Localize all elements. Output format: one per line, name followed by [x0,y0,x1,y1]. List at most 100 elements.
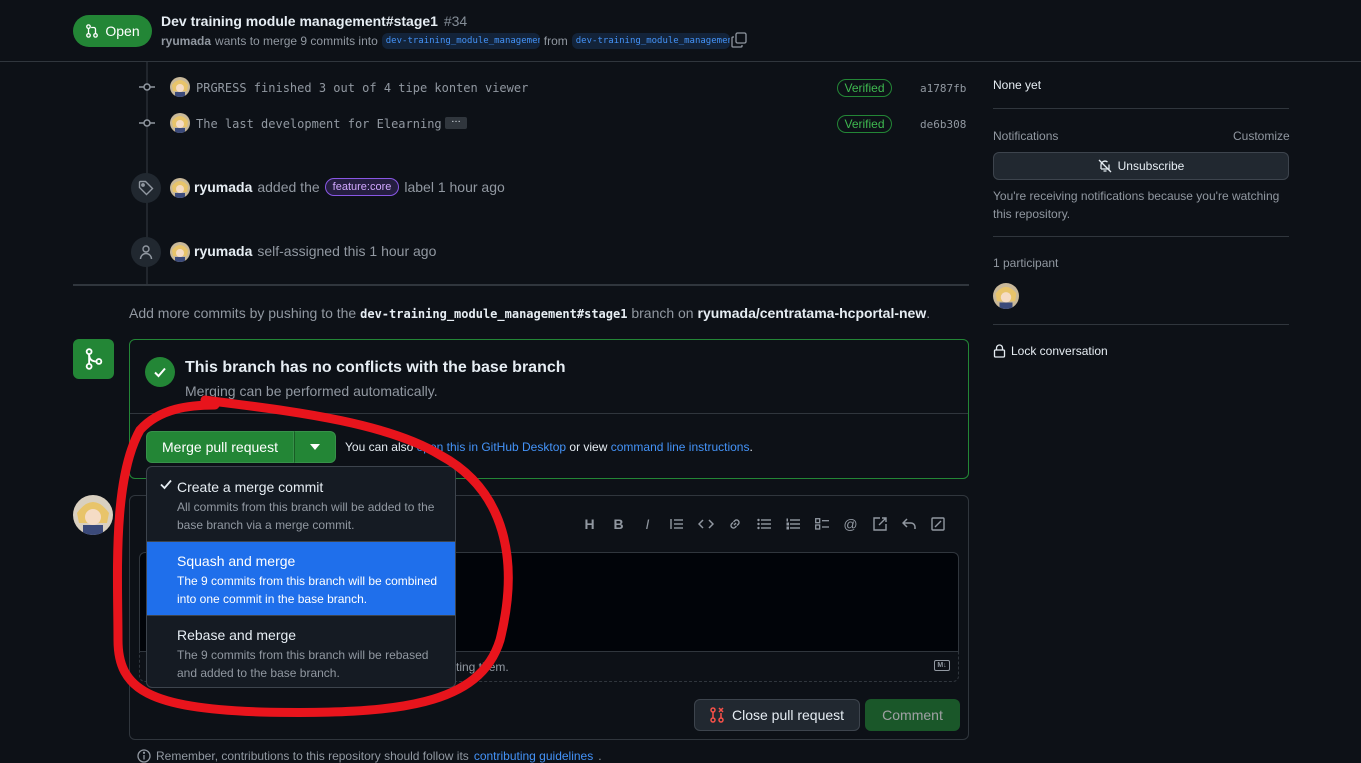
event-text: self-assigned this 1 hour ago [257,243,437,259]
timeline-divider [73,284,969,286]
markdown-toolbar: H B I @ [580,512,947,536]
status-label: Open [105,23,140,39]
close-pull-request-button[interactable]: Close pull request [694,699,860,731]
guidelines-note: Remember, contributions to this reposito… [137,749,602,763]
unsubscribe-label: Unsubscribe [1117,159,1185,173]
event-user[interactable]: ryumada [194,179,252,195]
fullscreen-icon[interactable] [928,512,947,536]
pr-author[interactable]: ryumada [161,34,211,48]
bold-icon[interactable]: B [609,512,628,536]
mention-icon[interactable]: @ [841,512,860,536]
remember-suffix: . [598,749,602,763]
merge-pull-request-button[interactable]: Merge pull request [146,431,294,463]
unsubscribe-button[interactable]: Unsubscribe [993,152,1289,180]
event-badge [131,173,161,203]
menu-item-title: Rebase and merge [177,627,297,643]
menu-item-title: Squash and merge [177,553,296,569]
attach-text: sting them. [450,660,509,674]
hint-branch: dev-training_module_management#stage1 [360,307,628,321]
sidebar-divider [993,108,1289,109]
sidebar-divider [993,236,1289,237]
command-line-link[interactable]: command line instructions [611,440,750,454]
cross-reference-icon[interactable] [870,512,889,536]
base-branch[interactable]: dev-training_module_management [381,33,540,49]
pr-status-badge: Open [73,15,152,47]
hint-suffix: . [926,305,931,321]
commit-message[interactable]: The last development for Elearning [196,117,442,131]
git-merge-icon [85,348,102,370]
lock-conversation[interactable]: Lock conversation [993,344,1108,358]
event-badge [131,237,161,267]
commit-sha[interactable]: a1787fb [920,82,966,95]
menu-item-description: All commits from this branch will be add… [177,500,435,532]
task-list-icon[interactable] [812,512,831,536]
pull-request-icon [86,24,99,38]
also-middle: or view [569,440,608,454]
avatar[interactable] [170,77,190,97]
alternative-options: You can also open this in GitHub Desktop… [345,440,753,454]
participant-avatar[interactable] [993,283,1019,309]
link-icon[interactable] [725,512,744,536]
menu-item-squash-and-merge[interactable]: Squash and merge The 9 commits from this… [147,542,455,615]
heading-icon[interactable]: H [580,512,599,536]
from-text: from [543,34,568,48]
tag-icon [138,180,154,196]
menu-item-description: The 9 commits from this branch will be r… [177,648,429,680]
pull-request-closed-icon [710,707,724,723]
copy-icon[interactable] [731,32,747,48]
hint-repo[interactable]: ryumada/centratama-hcportal-new [698,305,927,321]
commit-message[interactable]: PRGRESS finished 3 out of 4 tipe konten … [196,81,528,95]
more-commits-hint: Add more commits by pushing to the dev-t… [129,305,930,321]
quote-icon[interactable] [667,512,686,536]
person-icon [139,245,153,260]
check-icon [154,367,166,378]
participants-heading: 1 participant [993,256,1059,270]
italic-icon[interactable]: I [638,512,657,536]
close-pr-label: Close pull request [731,707,845,723]
menu-item-description: The 9 commits from this branch will be c… [177,574,438,606]
menu-item-create-merge-commit[interactable]: Create a merge commit All commits from t… [147,467,455,541]
milestone-value: None yet [993,78,1042,92]
open-desktop-link[interactable]: open this in GitHub Desktop [417,440,566,454]
sidebar-divider [993,324,1289,325]
notifications-heading: Notifications [993,129,1059,143]
head-branch[interactable]: dev-training_module_managemen… [571,33,730,49]
menu-item-title: Create a merge commit [177,479,324,495]
ordered-list-icon[interactable] [783,512,802,536]
event-text-before: added the [257,179,320,195]
reply-icon[interactable] [899,512,918,536]
bell-slash-icon [1098,159,1112,173]
avatar[interactable] [170,113,190,133]
hint-prefix: Add more commits by pushing to the [129,305,357,321]
customize-link[interactable]: Customize [1233,129,1290,143]
pr-title[interactable]: Dev training module management#stage1 #3… [161,13,467,29]
avatar[interactable] [170,178,190,198]
pr-number: #34 [443,13,468,29]
event-user[interactable]: ryumada [194,243,252,259]
avatar[interactable] [170,242,190,262]
merge-subtext: Merging can be performed automatically. [185,383,438,399]
current-user-avatar[interactable] [73,495,113,535]
merge-method-dropdown-button[interactable] [294,431,336,463]
verified-badge[interactable]: Verified [837,79,892,97]
menu-item-rebase-and-merge[interactable]: Rebase and merge The 9 commits from this… [147,616,455,687]
expand-commit-button[interactable]: … [445,115,467,129]
pr-subtitle: ryumada wants to merge 9 commits into de… [161,33,730,49]
lock-label: Lock conversation [1011,344,1108,358]
event-text-after: label 1 hour ago [404,179,505,195]
check-icon [160,479,172,490]
merge-text: wants to merge 9 commits into [215,34,378,48]
info-icon [137,749,151,763]
hint-middle: branch on [631,305,694,321]
commit-sha[interactable]: de6b308 [920,118,966,131]
markdown-icon[interactable]: M↓ [934,660,950,671]
code-icon[interactable] [696,512,715,536]
notification-reason: You're receiving notifications because y… [993,189,1280,221]
label-pill[interactable]: feature:core [324,178,400,196]
pr-header: Open Dev training module management#stag… [0,0,1361,62]
verified-badge[interactable]: Verified [837,115,892,133]
pr-title-text: Dev training module management#stage1 [161,13,438,29]
unordered-list-icon[interactable] [754,512,773,536]
comment-button[interactable]: Comment [865,699,960,731]
contributing-guidelines-link[interactable]: contributing guidelines [474,749,593,763]
